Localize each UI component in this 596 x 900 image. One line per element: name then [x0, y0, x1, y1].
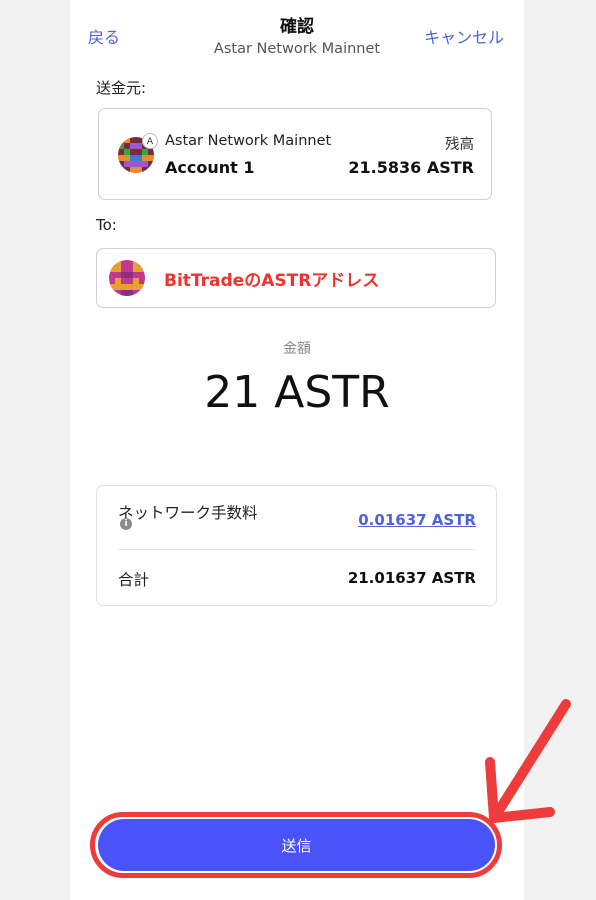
from-account-card[interactable]: [98, 108, 492, 200]
info-icon[interactable]: i: [120, 518, 132, 530]
from-section-label: 送金元:: [96, 79, 147, 97]
fee-divider: [118, 549, 476, 550]
to-section-label: To:: [96, 216, 117, 234]
amount-value: 21 ASTR: [204, 367, 390, 418]
from-account-name: Account 1: [165, 158, 255, 177]
network-fee-link[interactable]: 0.01637 ASTR: [336, 511, 476, 529]
total-label: 合計: [118, 571, 150, 589]
network-badge-icon: A: [142, 133, 158, 149]
red-arrow-icon: [485, 699, 571, 823]
amount-label: 金額: [283, 341, 311, 357]
recipient-identicon-icon: [109, 260, 145, 296]
recipient-name: BitTradeのASTRアドレス: [164, 271, 380, 291]
balance-label: 残高: [445, 137, 474, 153]
send-button[interactable]: 送信: [98, 819, 495, 871]
total-value: 21.01637 ASTR: [347, 569, 476, 587]
network-fee-label: ネットワーク手数料: [118, 504, 258, 522]
cancel-link[interactable]: キャンセル: [424, 24, 504, 48]
from-network-name: Astar Network Mainnet: [165, 133, 332, 149]
balance-value: 21.5836 ASTR: [348, 158, 474, 177]
